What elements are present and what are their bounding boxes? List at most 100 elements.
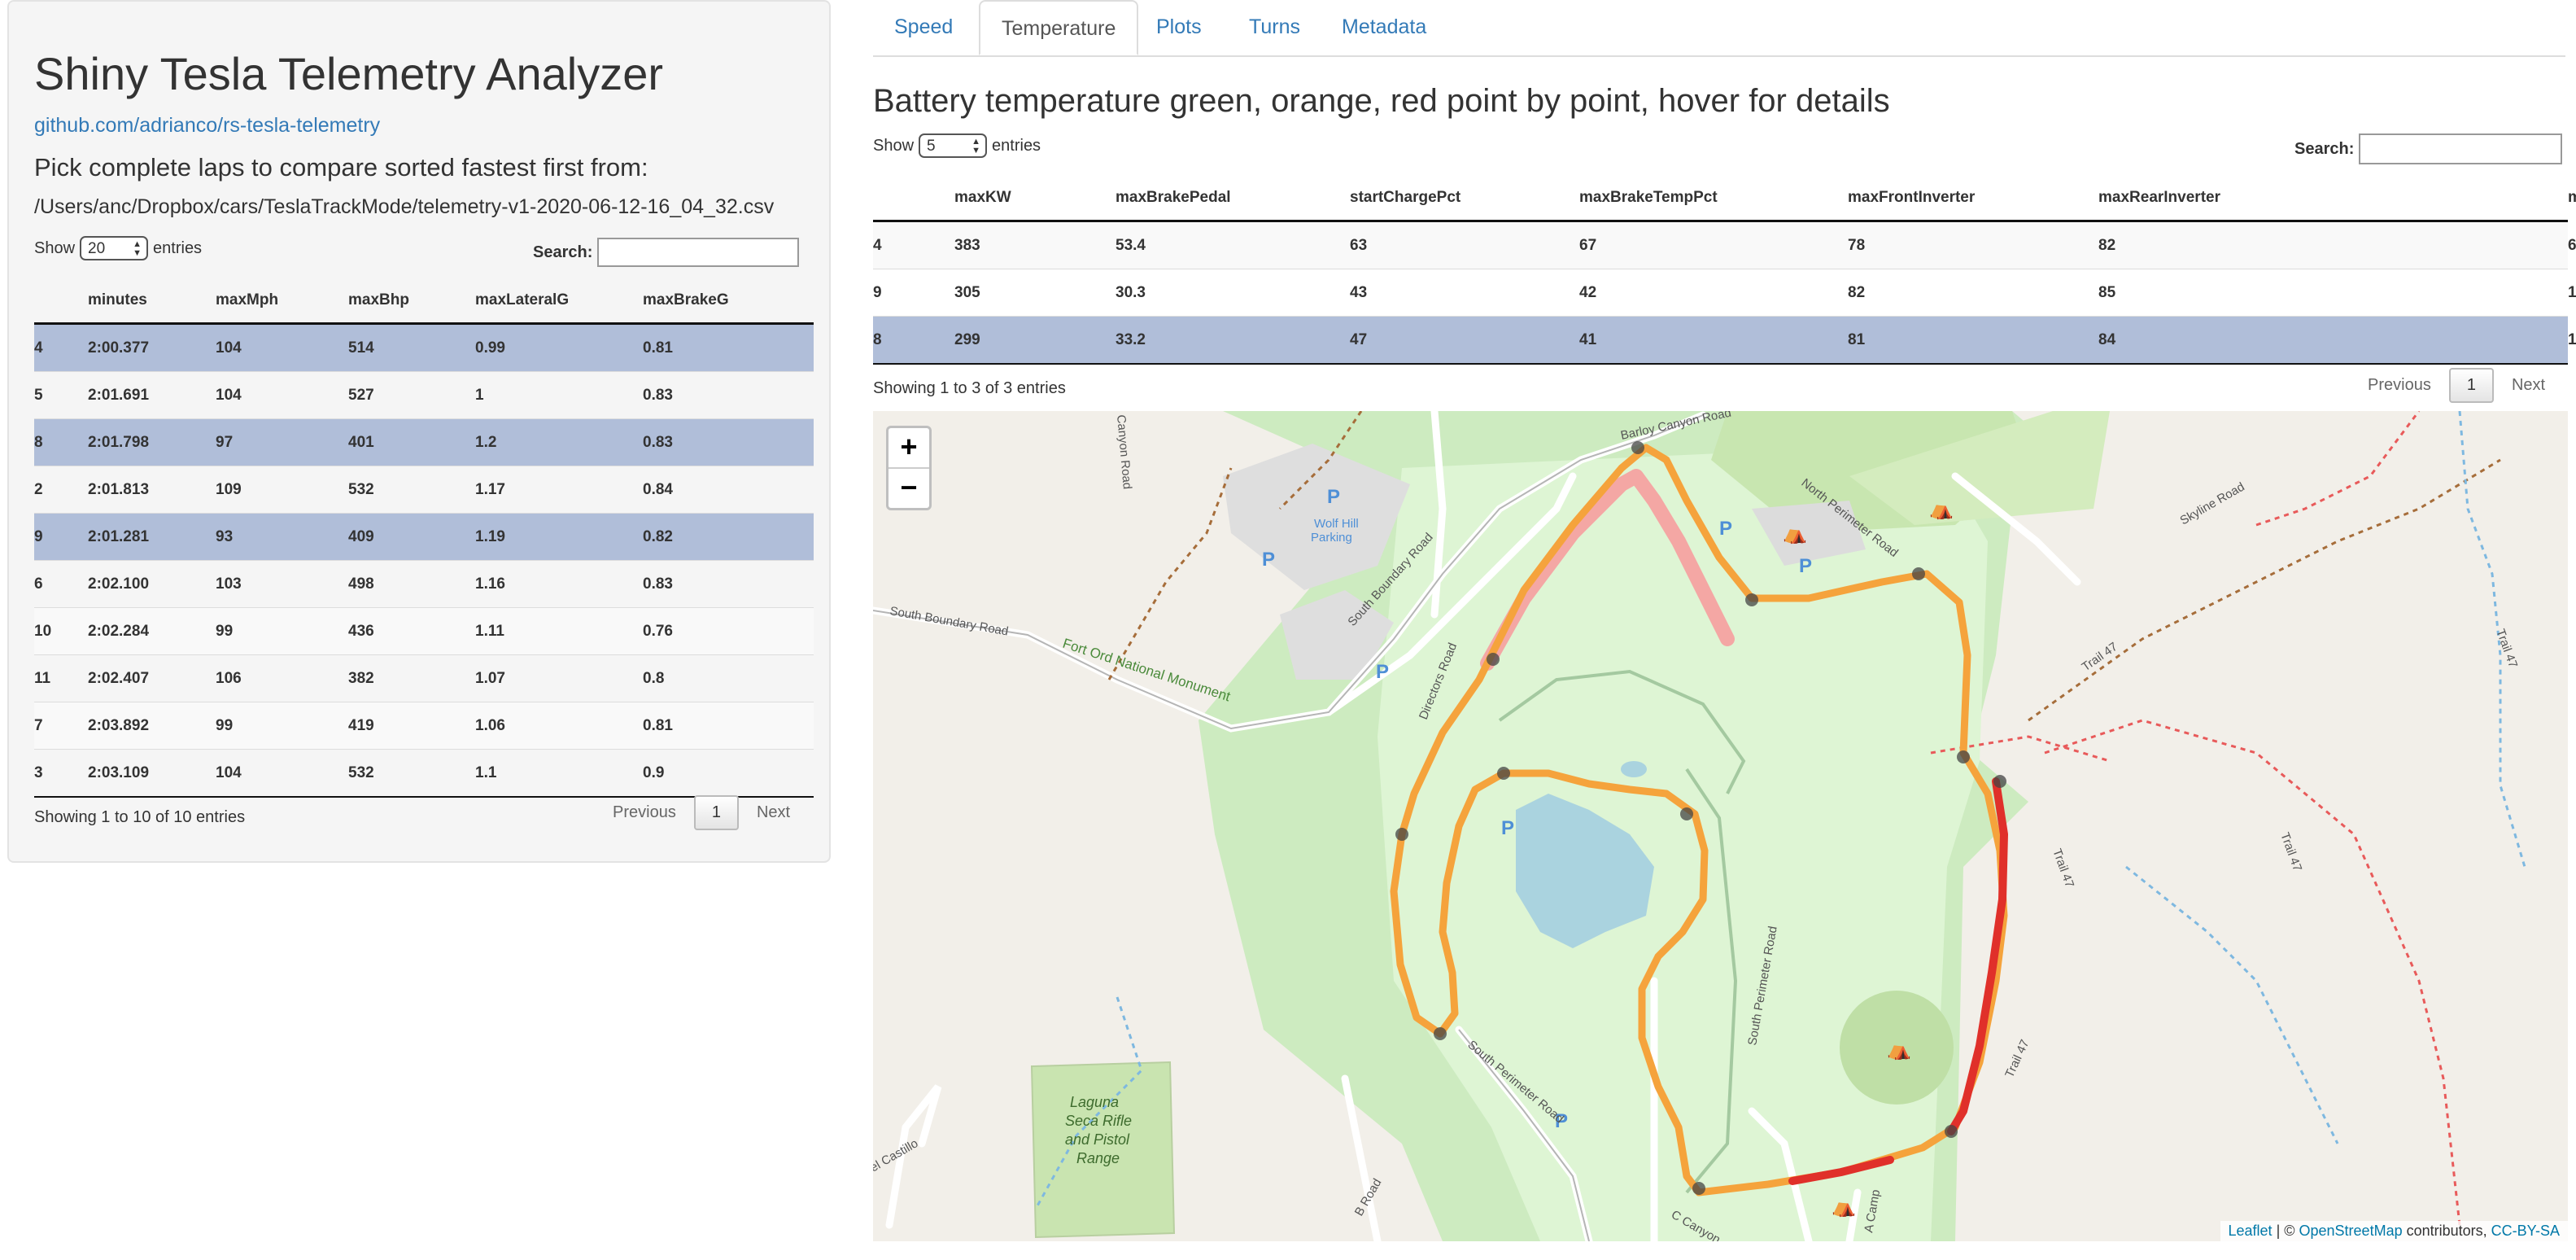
table-cell: 0.76 — [643, 607, 814, 655]
table-cell: 2:00.377 — [88, 323, 216, 372]
table-row[interactable]: 9 2:01.281 93 409 1.19 0.82 — [34, 513, 814, 561]
map-tiles[interactable]: P P P P P P P ⛺ ⛺ ⛺ ⛺ Barloy Canyon Road… — [873, 411, 2568, 1241]
table-row[interactable]: 829933.247418184105 — [873, 316, 2576, 365]
table-cell: 527 — [348, 371, 475, 419]
tab-plots[interactable]: Plots — [1135, 0, 1223, 55]
table-row[interactable]: 10 2:02.284 99 436 1.11 0.76 — [34, 607, 814, 655]
temp-table-body: 438353.46367788267930530.343428285102829… — [873, 221, 2576, 365]
track-map[interactable]: P P P P P P P ⛺ ⛺ ⛺ ⛺ Barloy Canyon Road… — [873, 411, 2568, 1241]
table-cell: 1.16 — [475, 560, 643, 608]
tab-metadata[interactable]: Metadata — [1321, 0, 1447, 55]
table-row[interactable]: 930530.343428285102 — [873, 269, 2576, 317]
column-header[interactable]: maxBrakePedal — [1116, 176, 1350, 222]
table-cell: 30.3 — [1116, 269, 1350, 317]
table-row[interactable]: 5 2:01.691 104 527 1 0.83 — [34, 371, 814, 419]
trail-label: Trail 47 — [2277, 831, 2304, 873]
osm-link[interactable]: OpenStreetMap — [2299, 1223, 2403, 1239]
table-cell: 0.9 — [643, 749, 814, 798]
road-label: Skyline Road — [2178, 480, 2247, 528]
table-cell: 1.11 — [475, 607, 643, 655]
laps-page-length-select[interactable]: 20 ▲ ▼ — [80, 236, 149, 260]
table-cell: 299 — [954, 316, 1116, 365]
temp-page-length-select[interactable]: 5 ▲ ▼ — [919, 133, 988, 158]
table-cell: 85 — [2098, 269, 2568, 317]
table-cell: 382 — [348, 654, 475, 702]
table-row[interactable]: 8 2:01.798 97 401 1.2 0.83 — [34, 418, 814, 466]
column-header[interactable]: maxBrakeG — [643, 278, 814, 325]
table-cell: 33.2 — [1116, 316, 1350, 365]
app-title: Shiny Tesla Telemetry Analyzer — [34, 48, 663, 99]
column-header[interactable]: startChargePct — [1350, 176, 1579, 222]
pond — [1621, 761, 1647, 777]
select-arrows-icon: ▲ ▼ — [133, 239, 142, 258]
column-header[interactable]: maxRearInverter — [2098, 176, 2568, 222]
table-cell: 9 — [873, 269, 954, 317]
table-cell: 67 — [1579, 221, 1848, 269]
table-cell: 514 — [348, 323, 475, 372]
table-cell: 2:01.798 — [88, 418, 216, 466]
parking-icon: P — [1501, 817, 1514, 839]
table-cell: 0.8 — [643, 654, 814, 702]
table-cell: 532 — [348, 749, 475, 798]
tent-icon: ⛺ — [1783, 522, 1807, 545]
table-row[interactable]: 6 2:02.100 103 498 1.16 0.83 — [34, 560, 814, 608]
table-cell: 6 — [34, 560, 88, 608]
table-cell: 42 — [1579, 269, 1848, 317]
entries-label: entries — [992, 136, 1041, 155]
zoom-control: + − — [886, 426, 932, 510]
table-cell: 10 — [34, 607, 88, 655]
table-row[interactable]: 2 2:01.813 109 532 1.17 0.84 — [34, 466, 814, 514]
laps-table: minutes maxMph maxBhp maxLateralG maxBrakeG … — [34, 278, 814, 798]
table-cell: 82 — [1848, 269, 2098, 317]
table-cell: 3 — [34, 749, 88, 798]
column-header[interactable]: maxBhp — [348, 278, 475, 325]
next-page-button[interactable]: Next — [739, 803, 808, 822]
tab-bar: Speed Temperature Plots Turns Metadata — [873, 0, 2565, 57]
table-cell: 498 — [348, 560, 475, 608]
parking-icon: P — [1799, 555, 1812, 577]
next-page-button[interactable]: Next — [2494, 376, 2563, 395]
column-header[interactable]: maxBrakeTempPct — [1579, 176, 1848, 222]
tent-icon: ⛺ — [1832, 1195, 1856, 1218]
temperature-heading: Battery temperature green, orange, red p… — [873, 83, 1890, 119]
table-row[interactable]: 11 2:02.407 106 382 1.07 0.8 — [34, 654, 814, 702]
zoom-out-button[interactable]: − — [889, 467, 929, 508]
laps-search-input[interactable] — [597, 238, 800, 267]
tab-speed[interactable]: Speed — [873, 0, 974, 55]
show-label: Show — [873, 136, 915, 155]
table-row[interactable]: 3 2:03.109 104 532 1.1 0.9 — [34, 749, 814, 798]
temp-search-input[interactable] — [2359, 133, 2563, 164]
column-header[interactable] — [34, 278, 88, 325]
column-header[interactable]: maxLateralG — [475, 278, 643, 325]
table-cell: 97 — [216, 418, 348, 466]
table-cell: 5 — [34, 371, 88, 419]
previous-page-button[interactable]: Previous — [2350, 376, 2449, 395]
table-row[interactable]: 438353.46367788267 — [873, 221, 2576, 269]
place-label: Parking — [1311, 531, 1352, 545]
leaflet-link[interactable]: Leaflet — [2229, 1223, 2273, 1239]
repo-link[interactable]: github.com/adrianco/rs-tesla-telemetry — [34, 114, 380, 138]
table-cell: 63 — [1350, 221, 1579, 269]
tab-turns[interactable]: Turns — [1228, 0, 1321, 55]
column-header[interactable]: maxFrontInverter — [1848, 176, 2098, 222]
table-row[interactable]: 4 2:00.377 104 514 0.99 0.81 — [34, 323, 814, 372]
place-label: Range — [1076, 1150, 1120, 1166]
table-cell: 2:02.100 — [88, 560, 216, 608]
previous-page-button[interactable]: Previous — [595, 803, 694, 822]
column-header[interactable] — [873, 176, 954, 222]
column-header[interactable]: maxMph — [216, 278, 348, 325]
laps-pagination: Previous 1 Next — [595, 795, 808, 830]
column-header[interactable]: minutes — [88, 278, 216, 325]
entries-label: entries — [153, 238, 203, 257]
parking-icon: P — [1262, 549, 1275, 571]
tab-temperature[interactable]: Temperature — [979, 0, 1139, 55]
table-cell: 106 — [216, 654, 348, 702]
current-page-button[interactable]: 1 — [693, 795, 739, 830]
table-row[interactable]: 7 2:03.892 99 419 1.06 0.81 — [34, 702, 814, 750]
zoom-in-button[interactable]: + — [889, 428, 929, 467]
current-page-button[interactable]: 1 — [2448, 368, 2494, 403]
license-link[interactable]: CC-BY-SA — [2491, 1223, 2560, 1239]
search-label: Search: — [533, 243, 593, 261]
column-header[interactable]: maxKW — [954, 176, 1116, 222]
table-cell: 47 — [1350, 316, 1579, 365]
